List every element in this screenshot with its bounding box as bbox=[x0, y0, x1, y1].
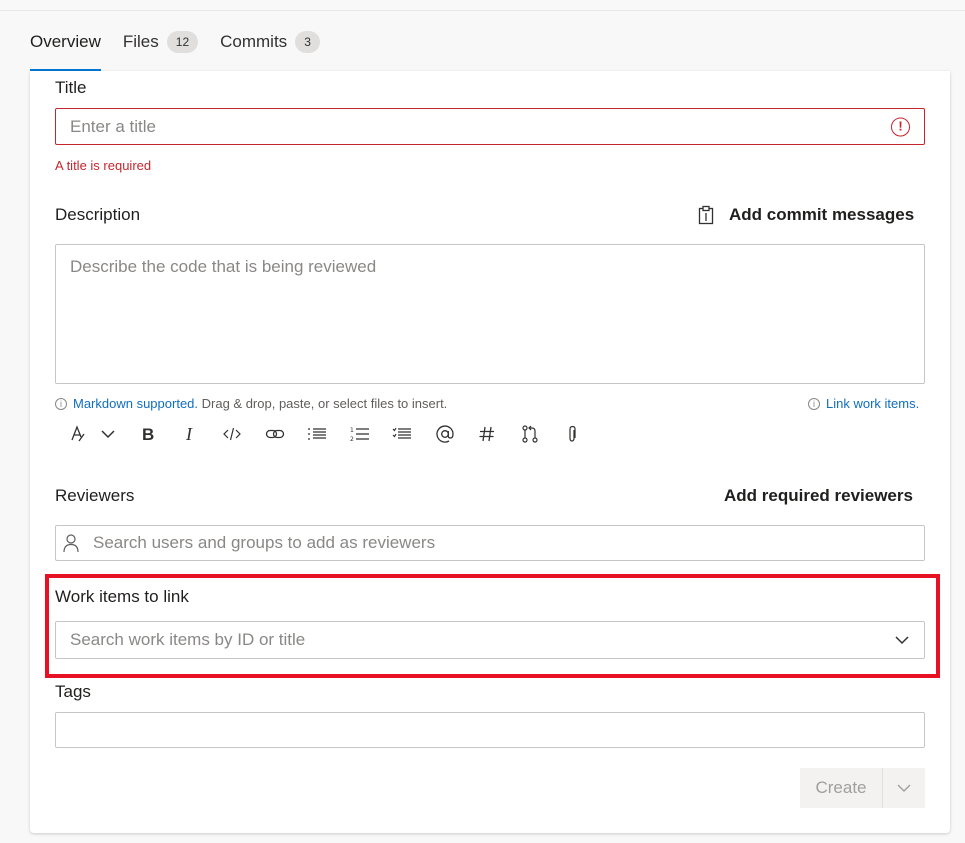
error-icon: ! bbox=[891, 117, 910, 136]
tab-overview[interactable]: Overview bbox=[30, 28, 101, 71]
pull-request-form: Title Enter a title ! A title is require… bbox=[30, 71, 950, 833]
create-options-button[interactable] bbox=[883, 768, 925, 808]
hashtag-button[interactable] bbox=[466, 421, 509, 447]
bulleted-list-button[interactable] bbox=[296, 421, 339, 447]
pull-request-button[interactable] bbox=[509, 421, 552, 447]
bulleted-list-icon bbox=[308, 428, 327, 440]
checklist-button[interactable] bbox=[381, 421, 424, 447]
markdown-supported-link[interactable]: Markdown supported. bbox=[73, 396, 198, 411]
markdown-hint: i Markdown supported. Drag & drop, paste… bbox=[55, 396, 447, 411]
add-required-reviewers-button[interactable]: Add required reviewers bbox=[724, 486, 913, 506]
info-icon: i bbox=[808, 397, 820, 410]
format-dropdown-button[interactable] bbox=[90, 421, 126, 447]
format-button[interactable] bbox=[66, 421, 90, 447]
numbered-list-icon: 12 bbox=[350, 427, 369, 443]
tab-files-label: Files bbox=[122, 32, 159, 51]
person-icon bbox=[63, 534, 79, 553]
format-icon bbox=[71, 425, 85, 442]
hashtag-icon bbox=[479, 426, 495, 442]
tags-label: Tags bbox=[55, 682, 91, 701]
work-items-label: Work items to link bbox=[55, 587, 189, 606]
top-divider bbox=[0, 10, 965, 11]
reviewers-search-input[interactable]: Search users and groups to add as review… bbox=[55, 525, 925, 561]
create-button[interactable]: Create bbox=[800, 768, 883, 808]
bold-icon: B bbox=[142, 425, 154, 444]
code-button[interactable] bbox=[211, 421, 254, 447]
info-icon: i bbox=[55, 397, 67, 410]
tab-bar: Overview Files 12 Commits 3 bbox=[30, 28, 342, 71]
add-commit-messages-button[interactable]: Add commit messages bbox=[696, 205, 914, 225]
title-placeholder: Enter a title bbox=[70, 116, 156, 136]
add-required-reviewers-label: Add required reviewers bbox=[724, 486, 913, 505]
create-button-group: Create bbox=[800, 768, 925, 808]
pull-request-icon bbox=[522, 425, 538, 443]
svg-text:1: 1 bbox=[350, 427, 354, 434]
title-input[interactable]: Enter a title ! bbox=[55, 108, 925, 145]
link-work-items-hint: i Link work items. bbox=[808, 396, 919, 411]
attachment-button[interactable] bbox=[551, 421, 594, 447]
tab-overview-label: Overview bbox=[30, 32, 101, 51]
description-placeholder: Describe the code that is being reviewed bbox=[70, 257, 377, 276]
description-textarea[interactable]: Describe the code that is being reviewed bbox=[55, 244, 925, 384]
svg-text:I: I bbox=[185, 424, 193, 444]
italic-icon: I bbox=[185, 424, 193, 444]
checklist-icon bbox=[392, 427, 412, 439]
add-commit-messages-label: Add commit messages bbox=[729, 205, 915, 224]
reviewers-placeholder: Search users and groups to add as review… bbox=[93, 533, 436, 552]
chevron-down-icon bbox=[897, 784, 911, 792]
code-icon bbox=[223, 427, 242, 441]
link-work-items-link[interactable]: Link work items. bbox=[826, 396, 919, 411]
attachment-icon bbox=[569, 425, 576, 442]
reviewers-label: Reviewers bbox=[55, 486, 135, 505]
bold-button[interactable]: B bbox=[126, 421, 169, 447]
chevron-down-icon bbox=[895, 636, 909, 645]
italic-button[interactable]: I bbox=[169, 421, 212, 447]
title-label: Title bbox=[55, 78, 87, 97]
chevron-down-icon bbox=[101, 430, 115, 439]
svg-text:2: 2 bbox=[350, 436, 354, 443]
tab-commits[interactable]: Commits 3 bbox=[220, 28, 320, 56]
mention-icon bbox=[436, 425, 454, 443]
mention-button[interactable] bbox=[424, 421, 467, 447]
link-button[interactable] bbox=[254, 421, 297, 447]
title-error-message: A title is required bbox=[55, 158, 152, 173]
svg-text:B: B bbox=[142, 425, 154, 444]
numbered-list-button[interactable]: 12 bbox=[339, 421, 382, 447]
commits-count-badge: 3 bbox=[295, 31, 320, 53]
formatting-toolbar: B I 12 bbox=[66, 421, 594, 447]
tab-commits-label: Commits bbox=[220, 32, 288, 51]
clipboard-icon bbox=[698, 205, 714, 225]
markdown-hint-text: Drag & drop, paste, or select files to i… bbox=[198, 396, 448, 411]
work-items-dropdown[interactable]: Search work items by ID or title bbox=[55, 621, 925, 659]
tags-input[interactable] bbox=[55, 712, 925, 748]
description-label: Description bbox=[55, 205, 141, 224]
files-count-badge: 12 bbox=[166, 31, 199, 53]
create-button-label: Create bbox=[815, 778, 867, 797]
tab-files[interactable]: Files 12 bbox=[122, 28, 199, 56]
link-icon bbox=[265, 429, 284, 439]
work-items-placeholder: Search work items by ID or title bbox=[70, 630, 306, 649]
